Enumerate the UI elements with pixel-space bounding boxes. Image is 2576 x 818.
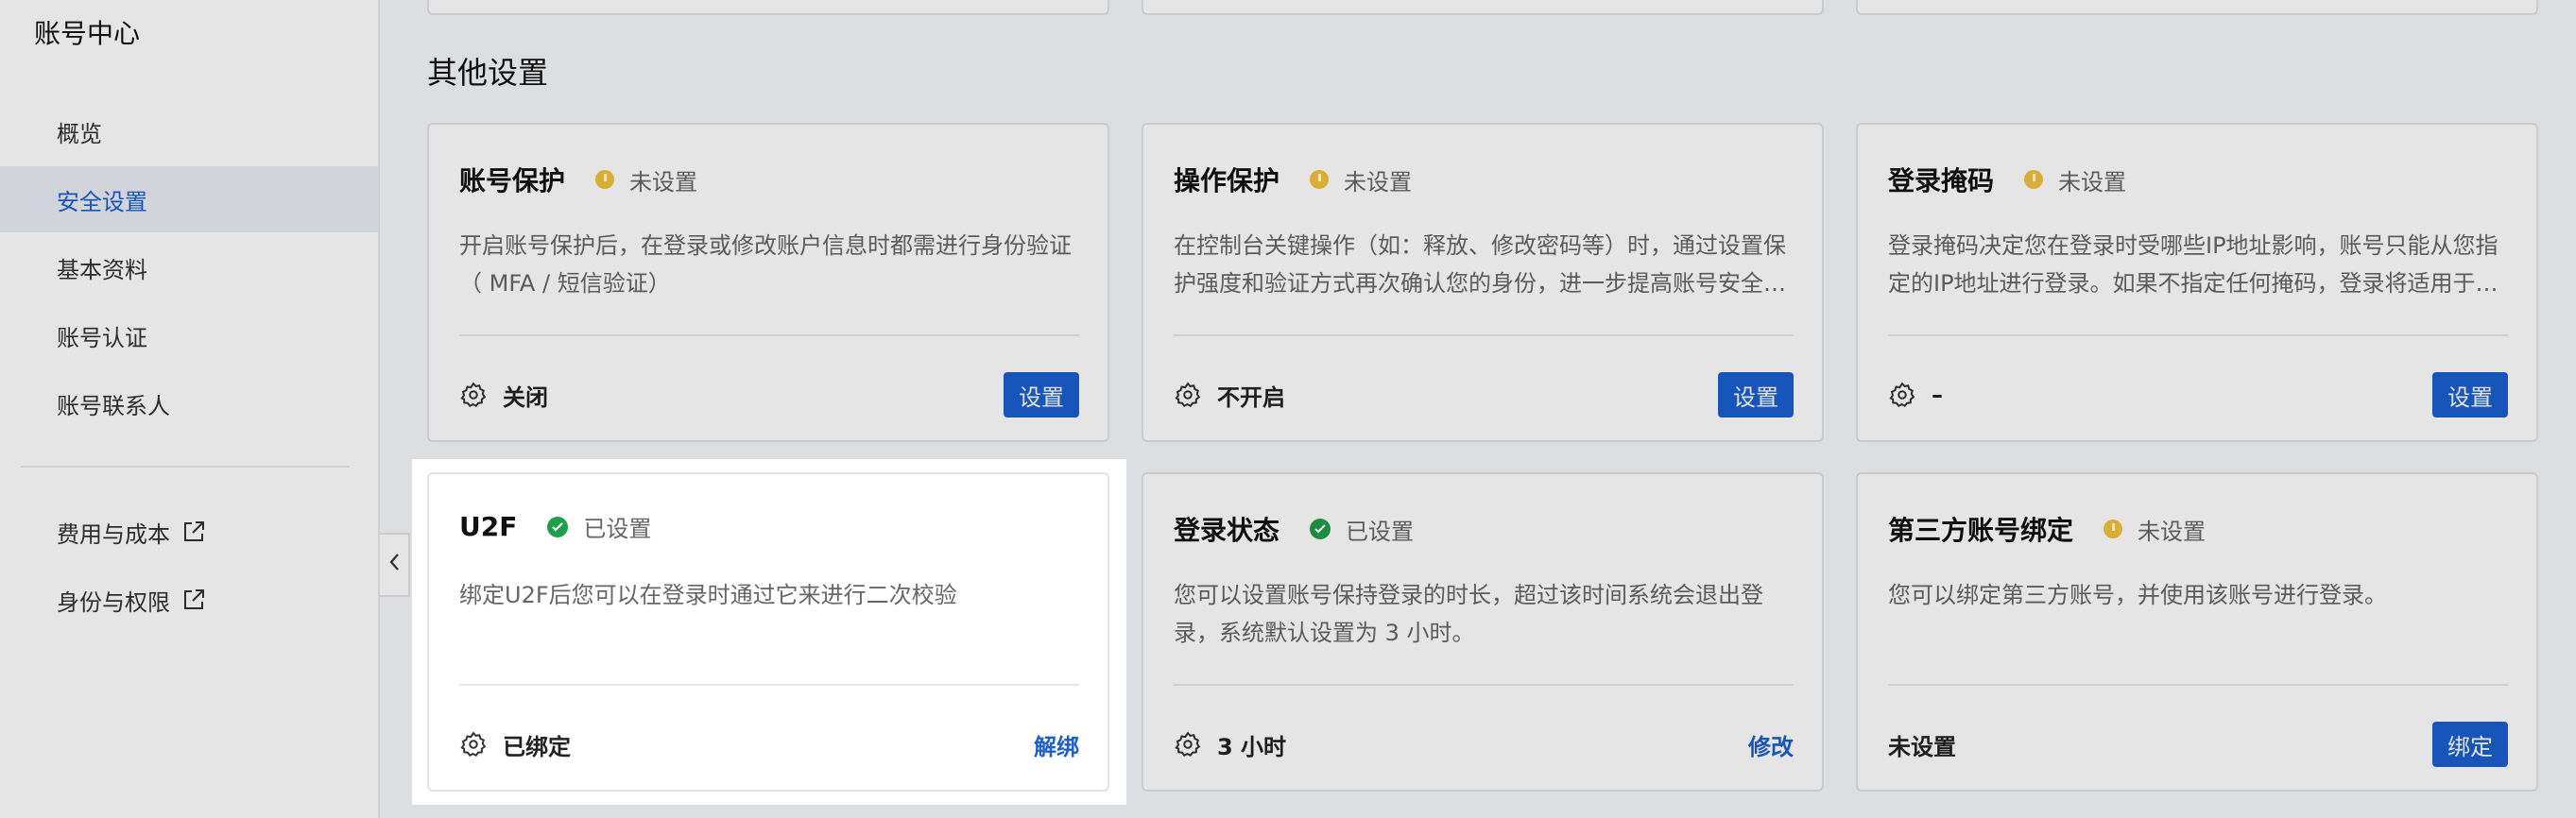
external-link-icon [181, 520, 206, 544]
sidebar-item-profile[interactable]: 基本资料 [0, 234, 378, 300]
bind-button[interactable]: 绑定 [2432, 722, 2508, 767]
card-divider [1888, 334, 2508, 336]
card-divider [459, 334, 1079, 336]
sidebar-item-label: 身份与权限 [57, 588, 170, 616]
card-title: 第三方账号绑定 [1888, 515, 2074, 546]
card-title: U2F [459, 511, 518, 542]
status-badge: 未设置 [595, 163, 697, 196]
chevron-left-icon [387, 552, 401, 578]
card-account-protection: 账号保护 未设置 开启账号保护后，在登录或修改账户信息时都需进行身份验证（ MF… [427, 123, 1109, 442]
card-value: 已绑定 [503, 733, 571, 760]
card-stub [1142, 0, 1824, 15]
unbind-link[interactable]: 解绑 [1034, 728, 1079, 761]
warning-icon [595, 170, 615, 189]
card-stub [1856, 0, 2538, 15]
modify-link[interactable]: 修改 [1748, 728, 1794, 761]
card-value: – [1932, 382, 1943, 408]
status-badge: 已设置 [1310, 513, 1414, 546]
sidebar-item-security[interactable]: 安全设置 [0, 166, 378, 232]
gear-icon [1174, 730, 1202, 758]
card-third-party-binding: 第三方账号绑定 未设置 您可以绑定第三方账号，并使用该账号进行登录。 未设置 绑… [1856, 472, 2538, 792]
setup-button[interactable]: 设置 [1004, 372, 1079, 418]
sidebar-title: 账号中心 [34, 18, 141, 49]
check-circle-icon [1310, 519, 1331, 539]
card-description: 您可以绑定第三方账号，并使用该账号进行登录。 [1888, 582, 2387, 608]
sidebar-item-label: 安全设置 [57, 188, 147, 215]
card-description: 开启账号保护后，在登录或修改账户信息时都需进行身份验证（ MFA / 短信验证） [459, 232, 1072, 297]
sidebar-item-label: 费用与成本 [57, 520, 170, 548]
card-u2f: U2F 已设置 绑定U2F后您可以在登录时通过它来进行二次校验 已绑定 解绑 [427, 472, 1109, 792]
card-login-mask: 登录掩码 未设置 登录掩码决定您在登录时受哪些IP地址影响，账号只能从您指定的I… [1856, 123, 2538, 442]
card-title: 操作保护 [1174, 165, 1280, 196]
status-badge: 未设置 [2024, 163, 2126, 196]
status-badge: 未设置 [1310, 163, 1412, 196]
warning-icon [1310, 170, 1330, 189]
setup-button[interactable]: 设置 [2432, 372, 2508, 418]
card-value: 未设置 [1888, 733, 1956, 760]
external-link-icon [181, 588, 206, 612]
card-title: 账号保护 [459, 165, 566, 196]
card-operation-protection: 操作保护 未设置 在控制台关键操作（如：释放、修改密码等）时，通过设置保护强度和… [1142, 123, 1824, 442]
card-value: 不开启 [1217, 383, 1285, 411]
sidebar-item-label: 账号联系人 [57, 392, 170, 419]
card-description: 绑定U2F后您可以在登录时通过它来进行二次校验 [459, 582, 957, 608]
sidebar-item-billing[interactable]: 费用与成本 [0, 499, 378, 565]
sidebar-item-contacts[interactable]: 账号联系人 [0, 370, 378, 436]
status-badge: 已设置 [547, 510, 651, 543]
card-value: 3 小时 [1217, 733, 1287, 760]
sidebar: 账号中心 概览 安全设置 基本资料 账号认证 账号联系人 费用与成本 身份与权限 [0, 0, 380, 818]
sidebar-collapse-button[interactable] [380, 533, 410, 597]
gear-icon [459, 730, 488, 758]
status-badge: 未设置 [2104, 513, 2206, 546]
check-circle-icon [547, 516, 569, 537]
gear-icon [459, 381, 488, 409]
setup-button[interactable]: 设置 [1718, 372, 1794, 418]
card-description: 您可以设置账号保持登录的时长，超过该时间系统会退出登录，系统默认设置为 3 小时… [1174, 582, 1763, 646]
sidebar-item-label: 账号认证 [57, 324, 147, 351]
sidebar-item-overview[interactable]: 概览 [0, 98, 378, 164]
card-login-status: 登录状态 已设置 您可以设置账号保持登录的时长，超过该时间系统会退出登录，系统默… [1142, 472, 1824, 792]
card-divider [459, 684, 1079, 686]
gear-icon [1174, 381, 1202, 409]
gear-icon [1888, 381, 1916, 409]
card-title: 登录掩码 [1888, 165, 1995, 196]
card-stub [427, 0, 1109, 15]
sidebar-item-verification[interactable]: 账号认证 [0, 302, 378, 368]
card-description: 在控制台关键操作（如：释放、修改密码等）时，通过设置保护强度和验证方式再次确认您… [1174, 232, 1786, 297]
warning-icon [2104, 520, 2123, 538]
sidebar-item-label: 基本资料 [57, 256, 147, 283]
sidebar-item-iam[interactable]: 身份与权限 [0, 567, 378, 633]
card-divider [1174, 684, 1794, 686]
warning-icon [2024, 170, 2044, 189]
section-title: 其他设置 [427, 55, 549, 91]
sidebar-item-label: 概览 [57, 120, 102, 147]
card-value: 关闭 [503, 383, 548, 411]
card-title: 登录状态 [1174, 515, 1280, 546]
sidebar-divider [21, 466, 350, 468]
card-divider [1174, 334, 1794, 336]
card-divider [1888, 684, 2508, 686]
card-description: 登录掩码决定您在登录时受哪些IP地址影响，账号只能从您指定的IP地址进行登录。如… [1888, 232, 2499, 297]
